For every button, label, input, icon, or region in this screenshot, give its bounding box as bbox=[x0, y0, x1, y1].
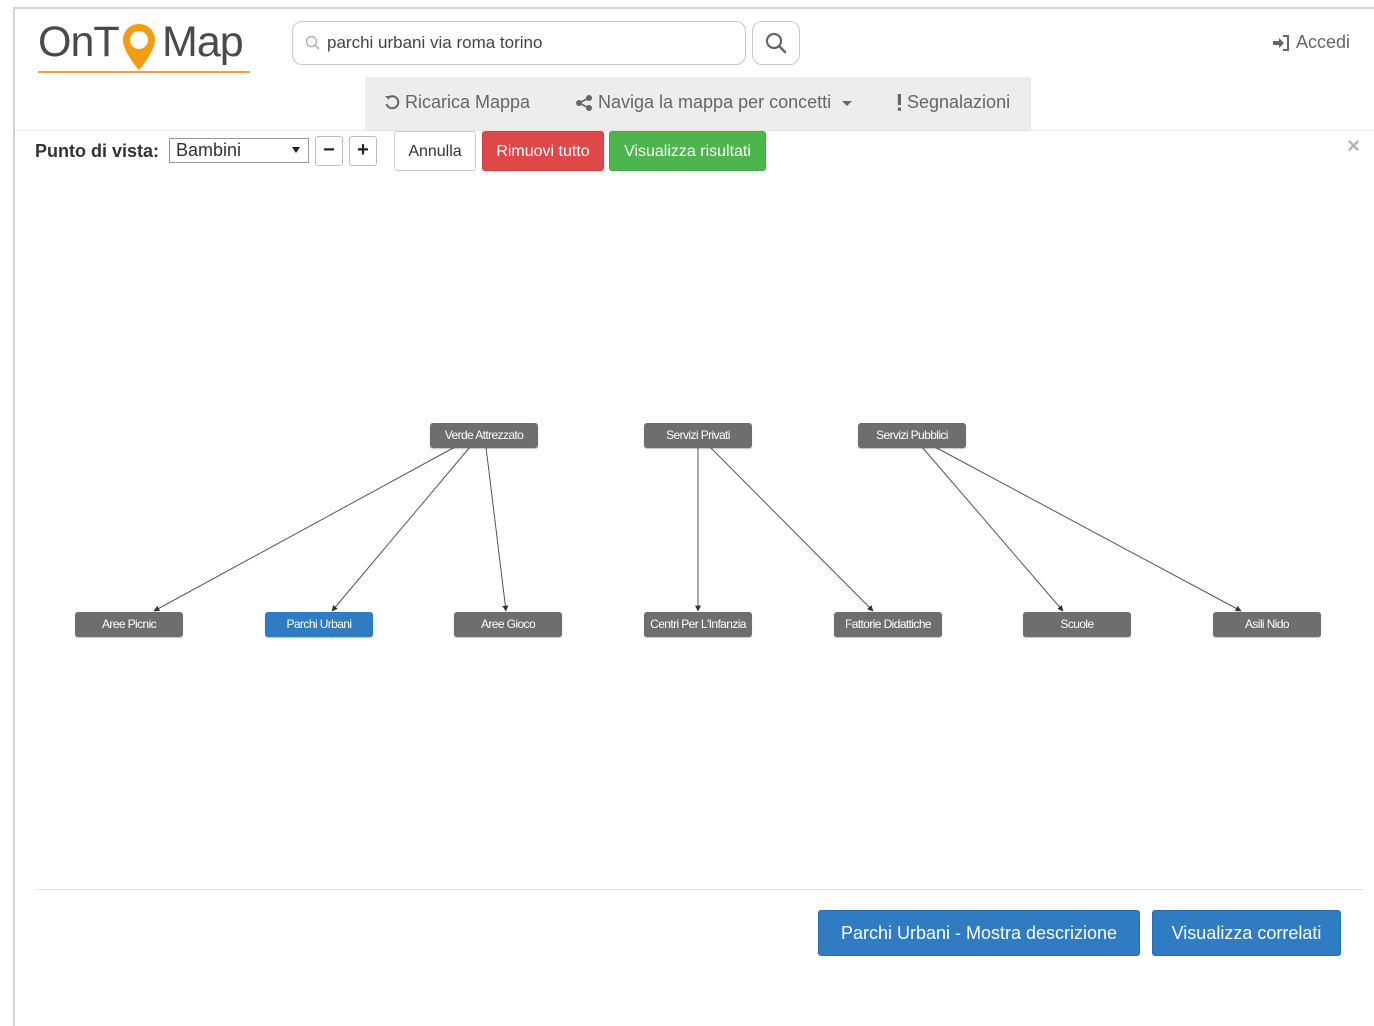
edge bbox=[153, 446, 456, 612]
graph-node-servizi-pubblici[interactable]: Servizi Pubblici bbox=[858, 423, 966, 448]
edge bbox=[331, 446, 471, 612]
graph-node-scuole[interactable]: Scuole bbox=[1023, 612, 1131, 637]
logo-text-end: Map bbox=[162, 18, 244, 66]
nav-reports-label: Segnalazioni bbox=[907, 92, 1011, 112]
window-left-border bbox=[13, 7, 15, 1026]
nav-reload-map[interactable]: Ricarica Mappa bbox=[384, 92, 530, 113]
show-related-button[interactable]: Visualizza correlati bbox=[1152, 910, 1341, 956]
map-pin-icon bbox=[123, 24, 155, 70]
logo-underline bbox=[38, 71, 250, 73]
show-results-button[interactable]: Visualizza risultati bbox=[609, 131, 766, 171]
graph-node-verde-attrezzato[interactable]: Verde Attrezzato bbox=[430, 423, 538, 448]
search-icon bbox=[305, 35, 320, 50]
nav-browse-label: Naviga la mappa per concetti bbox=[598, 92, 832, 112]
sign-in-icon bbox=[1272, 34, 1289, 51]
edge bbox=[934, 446, 1242, 612]
login-label: Accedi bbox=[1295, 32, 1350, 52]
show-description-button[interactable]: Parchi Urbani - Mostra descrizione bbox=[818, 910, 1140, 956]
viewpoint-label: Punto di vista: bbox=[35, 141, 160, 161]
cancel-button[interactable]: Annulla bbox=[394, 131, 476, 171]
graph-node-parchi-urbani[interactable]: Parchi Urbani bbox=[265, 612, 373, 637]
edge bbox=[485, 446, 509, 612]
close-icon[interactable]: × bbox=[1347, 133, 1360, 159]
login-link[interactable]: Accedi bbox=[1272, 32, 1350, 53]
edge bbox=[709, 446, 874, 612]
nav-bar: Ricarica Mappa Naviga la mappa per conce… bbox=[365, 77, 1031, 130]
nav-reload-label: Ricarica Mappa bbox=[405, 92, 531, 112]
graph-node-aree-gioco[interactable]: Aree Gioco bbox=[454, 612, 562, 637]
exclamation-icon bbox=[897, 94, 901, 111]
share-icon bbox=[576, 94, 592, 111]
nav-browse-concepts[interactable]: Naviga la mappa per concetti bbox=[575, 92, 853, 113]
zoom-in-button[interactable]: + bbox=[349, 136, 377, 166]
remove-all-button[interactable]: Rimuovi tutto bbox=[482, 131, 604, 171]
viewpoint-select[interactable]: Bambini bbox=[169, 138, 309, 163]
dropdown-arrow-icon bbox=[292, 147, 300, 153]
graph-node-fattorie-didattiche[interactable]: Fattorie Didattiche bbox=[834, 612, 942, 637]
graph-node-centri-per-infanzia[interactable]: Centri Per L'Infanzia bbox=[644, 612, 752, 637]
refresh-icon bbox=[385, 94, 400, 109]
logo-text-start: OnT bbox=[38, 18, 120, 66]
footer-divider bbox=[35, 889, 1363, 890]
search-icon bbox=[765, 32, 787, 54]
search-box[interactable] bbox=[292, 21, 746, 65]
graph-node-asili-nido[interactable]: Asili Nido bbox=[1213, 612, 1321, 637]
nav-reports[interactable]: Segnalazioni bbox=[897, 92, 1010, 113]
ontomap-logo[interactable]: OnT Map bbox=[38, 16, 252, 76]
search-input[interactable] bbox=[325, 28, 735, 58]
graph-node-servizi-privati[interactable]: Servizi Privati bbox=[644, 423, 752, 448]
zoom-out-button[interactable]: − bbox=[315, 136, 343, 166]
graph-node-aree-picnic[interactable]: Aree Picnic bbox=[75, 612, 183, 637]
search-button[interactable] bbox=[752, 21, 800, 65]
chevron-down-icon bbox=[842, 101, 853, 106]
viewpoint-value: Bambini bbox=[176, 140, 242, 160]
edge bbox=[921, 446, 1064, 612]
